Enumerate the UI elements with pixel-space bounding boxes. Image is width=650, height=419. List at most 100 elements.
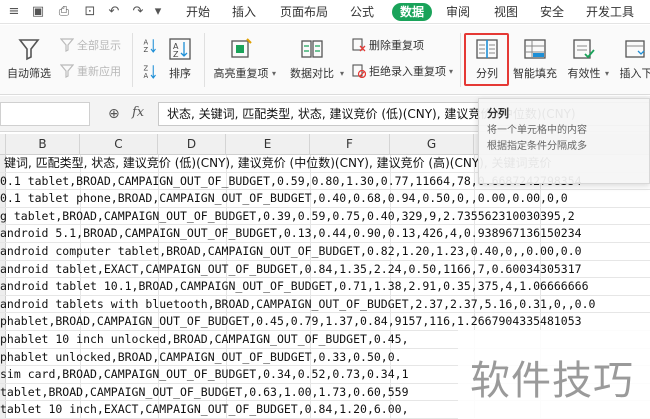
split-column-highlight xyxy=(464,33,509,86)
tooltip-line-1: 将一个单元格中的内容 xyxy=(487,125,587,136)
insert-dropdown-icon xyxy=(625,40,645,58)
reject-duplicates-dropdown-icon[interactable]: ▾ xyxy=(449,67,453,76)
tab-formulas[interactable]: 公式 xyxy=(344,3,380,21)
row-text: phablet 10 inch unlocked,BROAD,CAMPAIGN_… xyxy=(0,332,409,346)
sort-descending-icon: ZA xyxy=(144,65,156,80)
row-text: g tablet,BROAD,CAMPAIGN_OUT_OF_BUDGET,0.… xyxy=(0,208,575,223)
tooltip-title: 分列 xyxy=(487,107,509,120)
menu-arrow-icon[interactable]: ≡ xyxy=(6,4,22,20)
watermark: 软件技巧 xyxy=(458,330,650,419)
watermark-text: 软件技巧 xyxy=(470,358,634,404)
highlight-duplicates-label: 高亮重复项 xyxy=(213,67,269,80)
tab-review[interactable]: 审阅 xyxy=(440,3,476,21)
zoom-lookup-icon[interactable]: ⊕ xyxy=(108,106,120,122)
data-compare-dropdown-icon[interactable]: ▾ xyxy=(340,69,344,78)
reject-duplicates-label: 拒绝录入重复项 xyxy=(369,65,446,78)
show-all-button[interactable]: 全部显示 xyxy=(60,37,121,53)
insert-dropdown-label: 插入下 xyxy=(619,67,650,80)
row-text: 0.1 tablet phone,BROAD,CAMPAIGN_OUT_OF_B… xyxy=(0,191,568,206)
svg-text:Z: Z xyxy=(173,50,179,59)
row-text: phablet,BROAD,CAMPAIGN_OUT_OF_BUDGET,0.4… xyxy=(0,314,582,329)
print-icon[interactable]: ⎙ xyxy=(56,4,72,20)
tab-view[interactable]: 视图 xyxy=(488,3,524,21)
table-row[interactable]: android computer tablet,BROAD,CAMPAIGN_O… xyxy=(0,243,650,261)
column-header-f[interactable]: F xyxy=(310,134,390,155)
validity-icon xyxy=(573,39,595,59)
remove-duplicates-label: 删除重复项 xyxy=(369,39,424,52)
auto-filter-button[interactable]: 自动筛选 xyxy=(4,37,54,81)
smart-fill-icon xyxy=(524,39,546,59)
insert-dropdown-list-button[interactable]: 插入下 xyxy=(616,37,650,81)
redo-icon[interactable]: ↷ xyxy=(130,4,146,20)
data-compare-icon xyxy=(301,40,323,58)
name-box[interactable] xyxy=(0,102,90,126)
table-row[interactable]: g tablet,BROAD,CAMPAIGN_OUT_OF_BUDGET,0.… xyxy=(0,208,650,226)
table-row[interactable]: phablet,BROAD,CAMPAIGN_OUT_OF_BUDGET,0.4… xyxy=(0,313,650,331)
menu-bar: ≡ ▣ ⎙ ⊡ ↶ ↷ ▾ 开始 插入 页面布局 公式 数据 审阅 视图 安全 … xyxy=(0,0,650,24)
validity-dropdown-icon[interactable]: ▾ xyxy=(605,69,609,78)
remove-duplicates-icon xyxy=(352,38,366,52)
table-row[interactable]: android 5.1,BROAD,CAMPAIGN_OUT_OF_BUDGET… xyxy=(0,225,650,243)
column-header-c[interactable]: C xyxy=(80,134,158,155)
highlight-duplicates-icon xyxy=(231,38,252,58)
row-text: android 5.1,BROAD,CAMPAIGN_OUT_OF_BUDGET… xyxy=(0,226,582,241)
tab-page-layout[interactable]: 页面布局 xyxy=(274,3,334,21)
tab-insert[interactable]: 插入 xyxy=(226,3,262,21)
highlight-duplicates-dropdown-icon[interactable]: ▾ xyxy=(272,69,276,78)
filter-clear-icon xyxy=(60,38,74,52)
row-text: 键词, 匹配类型, 状态, 建议竞价 (低)(CNY), 建议竞价 (中位数)(… xyxy=(4,156,552,170)
show-all-label: 全部显示 xyxy=(77,39,121,52)
reject-duplicates-icon xyxy=(352,64,366,78)
sort-descending-button[interactable]: ZA xyxy=(140,61,162,83)
table-row[interactable]: android tablets with bluetooth,BROAD,CAM… xyxy=(0,296,650,314)
row-text: android tablets with bluetooth,BROAD,CAM… xyxy=(0,296,596,311)
row-text: tablet,BROAD,CAMPAIGN_OUT_OF_BUDGET,0.63… xyxy=(0,384,409,399)
row-text: sim card,BROAD,CAMPAIGN_OUT_OF_BUDGET,0.… xyxy=(0,367,409,382)
sort-button[interactable]: AZ 排序 xyxy=(162,37,198,81)
smart-fill-button[interactable]: 智能填充 xyxy=(510,37,560,81)
column-header-e[interactable]: E xyxy=(226,134,310,155)
table-row[interactable]: 0.1 tablet phone,BROAD,CAMPAIGN_OUT_OF_B… xyxy=(0,190,650,208)
save-icon[interactable]: ▣ xyxy=(30,4,46,20)
tab-home[interactable]: 开始 xyxy=(180,3,216,21)
filter-reapply-icon xyxy=(60,64,74,78)
data-compare-label: 数据对比 xyxy=(290,67,334,80)
undo-icon[interactable]: ↶ xyxy=(106,4,122,20)
validity-label: 有效性 xyxy=(567,67,601,80)
split-column-tooltip: 分列 将一个单元格中的内容 根据指定条件分隔成多 xyxy=(478,98,650,184)
column-header-d[interactable]: D xyxy=(158,134,226,155)
highlight-duplicates-button[interactable]: 高亮重复项 xyxy=(210,37,272,81)
sort-icon: AZ xyxy=(169,38,191,60)
tab-data[interactable]: 数据 xyxy=(392,3,433,21)
validity-button[interactable]: 有效性 xyxy=(562,37,606,81)
sort-label: 排序 xyxy=(169,67,191,80)
svg-text:Z: Z xyxy=(144,46,149,54)
tooltip-line-2: 根据指定条件分隔成多 xyxy=(487,141,587,152)
smart-fill-label: 智能填充 xyxy=(513,67,557,80)
table-row[interactable]: android tablet,EXACT,CAMPAIGN_OUT_OF_BUD… xyxy=(0,261,650,279)
svg-text:A: A xyxy=(144,72,149,80)
column-header-b[interactable]: B xyxy=(6,134,80,155)
remove-duplicates-button[interactable]: 删除重复项 xyxy=(352,37,424,53)
sort-ascending-icon: AZ xyxy=(144,39,156,54)
row-text: android computer tablet,BROAD,CAMPAIGN_O… xyxy=(0,244,582,258)
auto-filter-label: 自动筛选 xyxy=(7,67,51,80)
print-preview-icon[interactable]: ⊡ xyxy=(82,4,98,20)
ribbon: 自动筛选 全部显示 重新应用 AZ ZA AZ 排序 高亮重复项 ▾ 数据对比 … xyxy=(0,25,650,95)
tab-developer[interactable]: 开发工具 xyxy=(580,3,640,21)
reject-duplicates-button[interactable]: 拒绝录入重复项 ▾ xyxy=(352,63,453,79)
function-icon[interactable]: fx xyxy=(132,105,144,120)
tab-security[interactable]: 安全 xyxy=(534,3,570,21)
filter-icon xyxy=(18,39,40,61)
data-compare-button[interactable]: 数据对比 xyxy=(284,37,340,81)
reapply-label: 重新应用 xyxy=(77,65,121,78)
row-text: phablet unlocked,BROAD,CAMPAIGN_OUT_OF_B… xyxy=(0,349,402,364)
reapply-button[interactable]: 重新应用 xyxy=(60,63,121,79)
quick-access-dropdown-icon[interactable]: ▾ xyxy=(150,4,166,20)
row-text: android tablet,EXACT,CAMPAIGN_OUT_OF_BUD… xyxy=(0,261,582,276)
row-text: android tablet 10.1,BROAD,CAMPAIGN_OUT_O… xyxy=(0,279,589,294)
sort-ascending-button[interactable]: AZ xyxy=(140,35,162,57)
column-header-g[interactable]: G xyxy=(390,134,474,155)
table-row[interactable]: android tablet 10.1,BROAD,CAMPAIGN_OUT_O… xyxy=(0,278,650,296)
row-text: tablet 10 inch,EXACT,CAMPAIGN_OUT_OF_BUD… xyxy=(0,402,409,417)
